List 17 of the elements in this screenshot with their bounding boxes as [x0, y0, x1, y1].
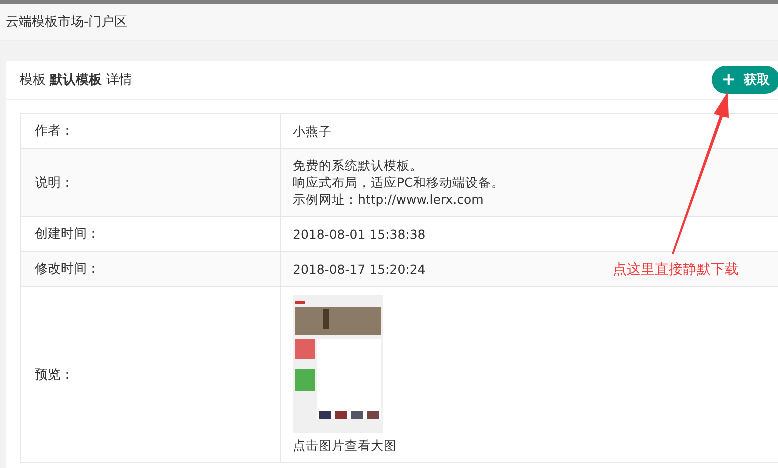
annotation-text: 点这里直接静默下载	[613, 261, 739, 279]
get-button[interactable]: + 获取	[712, 66, 778, 94]
webpage-thumbnail-drawing[interactable]	[293, 295, 383, 433]
label-cell: 修改时间：	[21, 252, 281, 286]
label-cell: 说明：	[21, 149, 281, 216]
description-line: 示例网址：http://www.lerx.com	[293, 192, 484, 207]
card-title: 模板 默认模板 详情	[20, 72, 132, 89]
value-text: 2018-08-01 15:38:38	[293, 226, 426, 242]
label-cell: 作者：	[21, 114, 281, 148]
description-line: 免费的系统默认模板。	[293, 158, 423, 173]
value-text: 小燕子	[293, 122, 332, 140]
label-cell: 创建时间：	[21, 217, 281, 251]
label-cell: 预览：	[21, 287, 281, 462]
page-title: 云端模板市场-门户区	[6, 14, 128, 31]
value-text: 2018-08-17 15:20:24	[293, 260, 426, 278]
thumbnail-caption[interactable]: 点击图片查看大图	[293, 438, 397, 453]
description-line: 响应式布局，适应PC和移动端设备。	[293, 175, 504, 190]
